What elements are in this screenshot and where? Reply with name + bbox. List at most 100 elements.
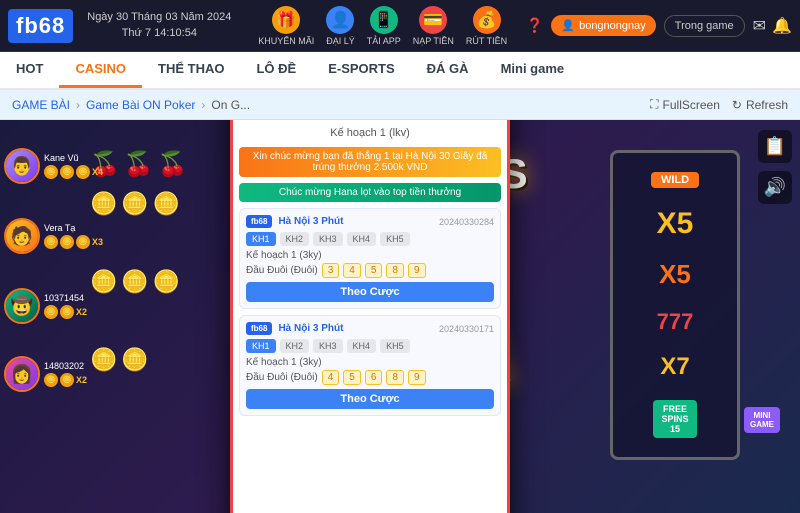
breadcrumb-right: ⛶ FullScreen ↻ Refresh	[650, 97, 788, 112]
agent-icon[interactable]: 👤 ĐẠI LÝ	[326, 6, 355, 46]
user-button[interactable]: 👤 bongnongnay	[551, 15, 655, 36]
ingame-label: Trong game	[675, 20, 734, 32]
reel-symbol-3: X7	[660, 353, 689, 381]
pred2-tab-kh2[interactable]: KH2	[280, 339, 310, 353]
mini-game-badge: MINIGAME	[744, 407, 780, 433]
fullscreen-icon: ⛶	[650, 97, 658, 112]
withdraw-icon[interactable]: 💰 RÚT TIỀN	[466, 6, 507, 46]
breadcrumb-gamebai[interactable]: GAME BÀI	[12, 98, 70, 112]
player-4-name: 14803202	[44, 361, 87, 371]
player-4-coins: 🪙🪙 X2	[44, 373, 87, 387]
pred1-num-9: 9	[408, 263, 426, 278]
list-icon[interactable]: 📋	[758, 130, 792, 163]
players-sidebar: 👨 Kane Vũ 🪙🪙🪙 X4 🧑 Vera Tạ 🪙🪙🪙 X3	[0, 120, 85, 513]
nav-minigame[interactable]: Mini game	[485, 52, 581, 88]
pred2-tab-kh3[interactable]: KH3	[313, 339, 343, 353]
pred2-pair-label: Đầu Đuôi (Đuôi)	[246, 372, 318, 383]
nav-sports[interactable]: THỂ THAO	[142, 52, 240, 88]
prediction-card-1: fb68 Hà Nội 3 Phút 20240330284 KH1 KH2 K…	[239, 208, 501, 309]
nav-hot[interactable]: HOT	[0, 52, 59, 88]
pred1-tab-kh5[interactable]: KH5	[380, 232, 410, 246]
pred2-bet-button[interactable]: Theo Cược	[246, 389, 494, 409]
pred1-game: Hà Nội 3 Phút	[278, 216, 343, 227]
header-icons: 🎁 KHUYẾN MÃI 👤 ĐẠI LÝ 📱 TẢI APP 💳 NẠP TI…	[245, 6, 520, 46]
player-3-name: 10371454	[44, 293, 87, 303]
pred2-id: 20240330171	[439, 324, 494, 334]
ingame-button[interactable]: Trong game	[664, 15, 745, 37]
pred2-tab-kh1[interactable]: KH1	[246, 339, 276, 353]
pred2-tab-kh5[interactable]: KH5	[380, 339, 410, 353]
player-4-avatar: 👩	[4, 356, 40, 392]
pred1-tab-kh2[interactable]: KH2	[280, 232, 310, 246]
pred1-plan-label: Kế hoạch 1 (3ky)	[246, 250, 494, 261]
free-spins-badge: FREESPINS15	[653, 400, 696, 438]
nav-esports[interactable]: E-SPORTS	[312, 52, 410, 88]
player-1-name: Kane Vũ	[44, 153, 103, 163]
pred2-num-9: 9	[408, 370, 426, 385]
player-2-avatar: 🧑	[4, 218, 40, 254]
pred1-tab-kh3[interactable]: KH3	[313, 232, 343, 246]
pred2-numbers: Đầu Đuôi (Đuôi) 4 5 6 8 9	[246, 370, 494, 385]
player-3: 🤠 10371454 🪙🪙 X2	[4, 288, 81, 324]
breadcrumb-sep1: ›	[76, 98, 80, 112]
pred1-brand: fb68 Hà Nội 3 Phút 20240330284	[246, 215, 494, 228]
pred1-pair-label: Đầu Đuôi (Đuôi)	[246, 265, 318, 276]
pred2-tab-kh4[interactable]: KH4	[347, 339, 377, 353]
pred2-num-8: 8	[386, 370, 404, 385]
wild-badge: WILD	[651, 172, 699, 188]
player-4: 👩 14803202 🪙🪙 X2	[4, 356, 81, 392]
pred2-brand: fb68 Hà Nội 3 Phút 20240330171	[246, 322, 494, 335]
nav-cockfight[interactable]: ĐÁ GÀ	[411, 52, 485, 88]
header: fb68 Ngày 30 Tháng 03 Năm 2024 Thứ 7 14:…	[0, 0, 800, 52]
player-2-info: Vera Tạ 🪙🪙🪙 X3	[44, 223, 103, 249]
pred1-num-3: 3	[322, 263, 340, 278]
refresh-button[interactable]: ↻ Refresh	[732, 97, 788, 112]
pred1-tab-kh1[interactable]: KH1	[246, 232, 276, 246]
breadcrumb-sep2: ›	[201, 98, 205, 112]
player-3-coins: 🪙🪙 X2	[44, 305, 87, 319]
player-1: 👨 Kane Vũ 🪙🪙🪙 X4	[4, 148, 81, 184]
fullscreen-button[interactable]: ⛶ FullScreen	[650, 97, 720, 112]
pred2-game: Hà Nội 3 Phút	[278, 323, 343, 334]
refresh-icon: ↻	[732, 98, 742, 112]
slot-reel-area: WILD X5 X5 777 X7 FREESPINS15	[610, 150, 740, 460]
bell-icon[interactable]: 🔔	[772, 16, 792, 36]
msg-icons: ✉ 🔔	[753, 16, 792, 36]
pred1-tab-kh4[interactable]: KH4	[347, 232, 377, 246]
question-icon: ❓	[526, 17, 543, 34]
player-2-name: Vera Tạ	[44, 223, 103, 233]
game-area: TS 👨 Kane Vũ 🪙🪙🪙 X4 🧑 Vera Tạ 🪙🪙�	[0, 120, 800, 513]
mail-icon[interactable]: ✉	[753, 16, 766, 36]
breadcrumb-current: On G...	[211, 98, 250, 112]
speaker-icon[interactable]: 🔊	[758, 171, 792, 204]
player-1-info: Kane Vũ 🪙🪙🪙 X4	[44, 153, 103, 179]
header-right: ❓ 👤 bongnongnay Trong game ✉ 🔔	[526, 15, 792, 37]
pred1-id: 20240330284	[439, 217, 494, 227]
player-3-info: 10371454 🪙🪙 X2	[44, 293, 87, 319]
player-1-multiplier: X4	[92, 167, 103, 177]
pred2-num-5: 5	[343, 370, 361, 385]
player-2-multiplier: X3	[92, 237, 103, 247]
congrat-banner-1: Xin chúc mừng bạn đã thắng 1 tại Hà Nội …	[239, 147, 501, 177]
logo[interactable]: fb68	[8, 9, 73, 43]
player-2: 🧑 Vera Tạ 🪙🪙🪙 X3	[4, 218, 81, 254]
breadcrumb-onpoker[interactable]: Game Bài ON Poker	[86, 98, 195, 112]
pred1-numbers: Đầu Đuôi (Đuôi) 3 4 5 8 9	[246, 263, 494, 278]
pred2-tabs: KH1 KH2 KH3 KH4 KH5	[246, 339, 494, 353]
nav-lottery[interactable]: LÔ ĐỀ	[240, 52, 312, 88]
breadcrumb: GAME BÀI › Game Bài ON Poker › On G... ⛶…	[0, 90, 800, 120]
promo-icon[interactable]: 🎁 KHUYẾN MÃI	[258, 6, 314, 46]
pred1-bet-button[interactable]: Theo Cược	[246, 282, 494, 302]
user-avatar-icon: 👤	[561, 19, 575, 32]
nav-casino[interactable]: CASINO	[59, 52, 142, 88]
pred2-num-4: 4	[322, 370, 340, 385]
pred2-num-6: 6	[365, 370, 383, 385]
congrat-banner-2: Chúc mừng Hana lọt vào top tiền thưởng	[239, 183, 501, 202]
reel-symbol-1: X5	[657, 207, 694, 241]
pred1-num-8: 8	[386, 263, 404, 278]
deposit-icon[interactable]: 💳 NẠP TIỀN	[413, 6, 454, 46]
reel-symbol-777: 777	[657, 309, 694, 335]
app-icon[interactable]: 📱 TẢI APP	[367, 6, 401, 46]
right-icons: 📋 🔊	[758, 130, 792, 204]
pred1-tabs: KH1 KH2 KH3 KH4 KH5	[246, 232, 494, 246]
